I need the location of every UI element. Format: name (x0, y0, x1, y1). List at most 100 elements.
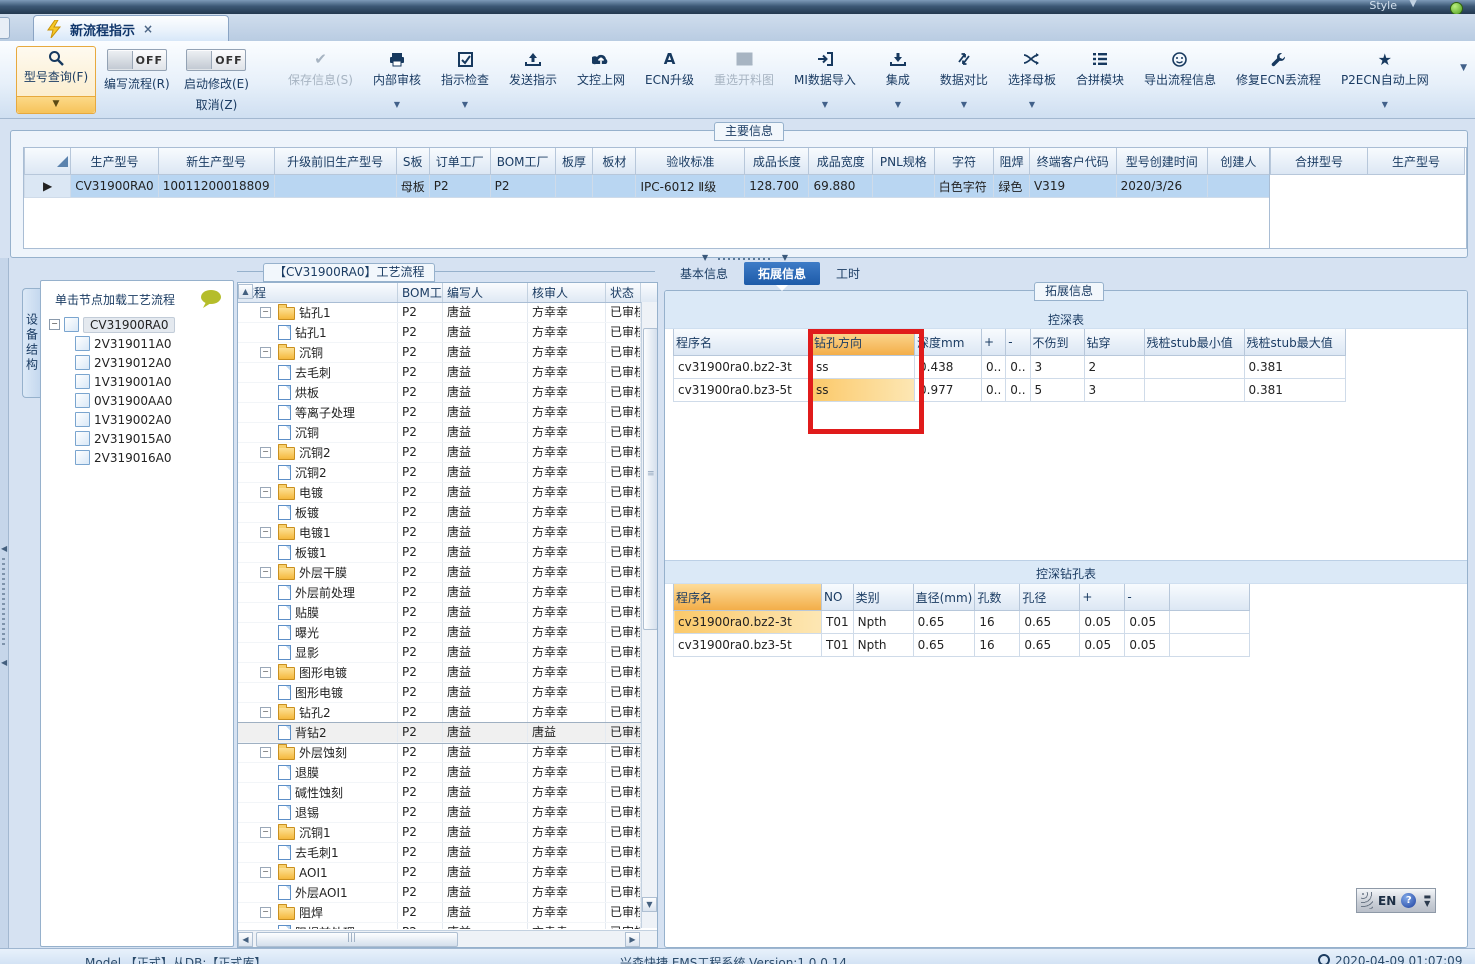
flow-row[interactable]: 去毛刺1 P2唐益方幸幸已审核 (238, 843, 657, 863)
flow-row[interactable]: − 沉铜2 P2唐益方幸幸已审核 (238, 443, 657, 463)
flow-step-name-cell[interactable]: 烘板 (238, 383, 398, 402)
cell[interactable]: cv31900ra0.bz3-5t (673, 633, 822, 657)
flow-row[interactable]: − 外层干膜 P2唐益方幸幸已审核 (238, 563, 657, 583)
cell[interactable]: 0.381 (1243, 355, 1346, 379)
column-header[interactable]: 验收标准 (635, 148, 746, 175)
cell[interactable]: 0.. (1005, 378, 1031, 402)
flow-step-name-cell[interactable]: 贴膜 (238, 603, 398, 622)
column-header[interactable]: 深度mm (914, 329, 982, 356)
cell[interactable] (592, 174, 637, 198)
cell[interactable]: T01 (821, 610, 854, 634)
column-header[interactable]: 生产型号 (70, 148, 159, 175)
tab-basic-info[interactable]: 基本信息 (666, 262, 742, 285)
flow-vertical-scrollbar[interactable]: ▼ (641, 302, 657, 928)
flow-row[interactable]: − 电镀1 P2唐益方幸幸已审核 (238, 523, 657, 543)
tree-node-root[interactable]: − CV31900RA0 (49, 315, 233, 334)
cell[interactable]: 0.05 (1079, 610, 1126, 634)
dropdown-caret-icon[interactable]: ▼ (1382, 100, 1388, 109)
node-checkbox[interactable] (75, 431, 90, 446)
node-checkbox[interactable] (75, 355, 90, 370)
flow-row[interactable]: 贴膜 P2唐益方幸幸已审核 (238, 603, 657, 623)
flow-row[interactable]: 去毛刺 P2唐益方幸幸已审核 (238, 363, 657, 383)
flow-row[interactable]: 钻孔1 P2唐益方幸幸已审核 (238, 323, 657, 343)
column-header[interactable]: 创建人 (1206, 148, 1270, 175)
cell[interactable]: Npth (852, 610, 914, 634)
tree-node[interactable]: 0V31900AA0 (49, 391, 233, 410)
scroll-down-icon[interactable]: ▼ (642, 897, 657, 912)
ecn-upgrade-button[interactable]: A ECN升级 (635, 46, 704, 113)
column-header[interactable]: 板材 (592, 148, 637, 175)
flow-row[interactable]: 等离子处理 P2唐益方幸幸已审核 (238, 403, 657, 423)
flow-step-name-cell[interactable]: − 沉铜2 (238, 443, 398, 462)
cell[interactable] (1206, 174, 1270, 198)
flow-step-name-cell[interactable]: − 沉铜1 (238, 823, 398, 842)
cell[interactable]: 0.65 (912, 610, 976, 634)
column-header[interactable]: PNL规格 (872, 148, 935, 175)
table-row[interactable]: cv31900ra0.bz2-3t ss 0.438 0.. 0.. 3 2 0.381 (673, 355, 1346, 379)
node-checkbox[interactable] (75, 450, 90, 465)
cell[interactable]: 69.880 (808, 174, 874, 198)
cell[interactable]: cv31900ra0.bz2-3t (673, 355, 812, 379)
cell[interactable]: P2 (428, 174, 491, 198)
flow-step-name-cell[interactable]: 退锡 (238, 803, 398, 822)
flow-step-name-cell[interactable]: − 外层干膜 (238, 563, 398, 582)
minimize-options-icon[interactable]: ▬ ▼ (1423, 893, 1431, 908)
flow-row[interactable]: − 电镀 P2唐益方幸幸已审核 (238, 483, 657, 503)
dropdown-caret-icon[interactable]: ▼ (895, 100, 901, 109)
flow-row[interactable]: − 钻孔1 P2唐益方幸幸已审核 (238, 303, 657, 323)
node-checkbox[interactable] (75, 393, 90, 408)
mi-data-import-button[interactable]: MI数据导入 ▼ (784, 46, 866, 113)
column-header[interactable]: - (1124, 584, 1171, 611)
tree-node[interactable]: 2V319012A0 (49, 353, 233, 372)
node-checkbox[interactable] (75, 336, 90, 351)
column-header[interactable]: 阻焊 (993, 148, 1030, 175)
column-header[interactable]: 钻孔方向 (811, 329, 915, 356)
table-row[interactable]: cv31900ra0.bz3-5t T01 Npth 0.65 16 0.65 0.05 0.… (673, 633, 1251, 657)
flow-row[interactable]: 碱性蚀刻 P2唐益方幸幸已审核 (238, 783, 657, 803)
tree-node[interactable]: 1V319002A0 (49, 410, 233, 429)
cell[interactable]: CV31900RA0 (70, 174, 159, 198)
cell[interactable]: 绿色 (993, 174, 1030, 198)
merge-model-grid[interactable]: 合拼型号 生产型号 (1270, 148, 1465, 175)
collapse-icon[interactable]: − (260, 447, 271, 458)
scroll-up-icon[interactable]: ▲ (238, 284, 253, 299)
repair-ecn-flow-button[interactable]: 修复ECN丢流程 (1226, 46, 1331, 113)
style-caret-icon[interactable]: ▼ (1409, 0, 1417, 9)
flow-step-name-cell[interactable]: − 钻孔2 (238, 703, 398, 722)
flow-row[interactable]: 退锡 P2唐益方幸幸已审核 (238, 803, 657, 823)
toolbar-overflow-icon[interactable]: ▼ (1460, 63, 1467, 73)
flow-step-name-cell[interactable]: 显影 (238, 643, 398, 662)
tree-node[interactable]: 2V319011A0 (49, 334, 233, 353)
flow-row[interactable]: − 外层蚀刻 P2唐益方幸幸已审核 (238, 743, 657, 763)
column-header[interactable]: 残桩stub最小值 (1143, 329, 1245, 356)
column-header[interactable]: 孔径 (1019, 584, 1081, 611)
collapse-icon[interactable]: − (260, 827, 271, 838)
scrollbar-thumb[interactable] (256, 932, 458, 947)
flow-row[interactable]: 板镀1 P2唐益方幸幸已审核 (238, 543, 657, 563)
flow-row[interactable]: 退膜 P2唐益方幸幸已审核 (238, 763, 657, 783)
flow-table-header[interactable]: 流程BOM工厂编写人核审人状态 (238, 283, 657, 303)
flow-step-name-cell[interactable]: 退膜 (238, 763, 398, 782)
table-row[interactable]: cv31900ra0.bz3-5t ss 0.977 0.. 0.. 5 3 0.381 (673, 378, 1346, 402)
flow-column-header[interactable]: 流程 (238, 283, 398, 302)
cell[interactable]: ss (811, 378, 915, 402)
cell[interactable]: 0.977 (914, 378, 982, 402)
cell[interactable]: 2020/3/26 (1115, 174, 1208, 198)
merge-model-table[interactable]: 合拼型号 生产型号 (1269, 147, 1467, 249)
column-header[interactable]: 合拼型号 (1270, 148, 1368, 175)
flow-column-header[interactable]: 状态 (606, 283, 641, 302)
main-info-grid[interactable]: 生产型号 新生产型号 升级前旧生产型号 S板 订单工厂 BOM工厂 板厚 板材 验收标准 成品长度… (24, 148, 1270, 198)
flow-row[interactable]: − 钻孔2 P2唐益方幸幸已审核 (238, 703, 657, 723)
flow-row[interactable]: − 阻焊 P2唐益方幸幸已审核 (238, 903, 657, 923)
collapse-icon[interactable]: − (260, 347, 271, 358)
integrate-button[interactable]: 集成 ▼ (866, 46, 930, 113)
collapse-icon[interactable]: − (260, 527, 271, 538)
collapse-icon[interactable]: − (260, 567, 271, 578)
flow-row[interactable]: 沉铜2 P2唐益方幸幸已审核 (238, 463, 657, 483)
flow-step-name-cell[interactable]: 图形电镀 (238, 683, 398, 702)
cell[interactable]: 0.. (980, 355, 1007, 379)
export-flow-info-button[interactable]: 导出流程信息 (1134, 46, 1226, 113)
flow-step-name-cell[interactable]: 沉铜 (238, 423, 398, 442)
flow-step-name-cell[interactable]: 板镀 (238, 503, 398, 522)
flow-step-name-cell[interactable]: − AOI1 (238, 863, 398, 882)
